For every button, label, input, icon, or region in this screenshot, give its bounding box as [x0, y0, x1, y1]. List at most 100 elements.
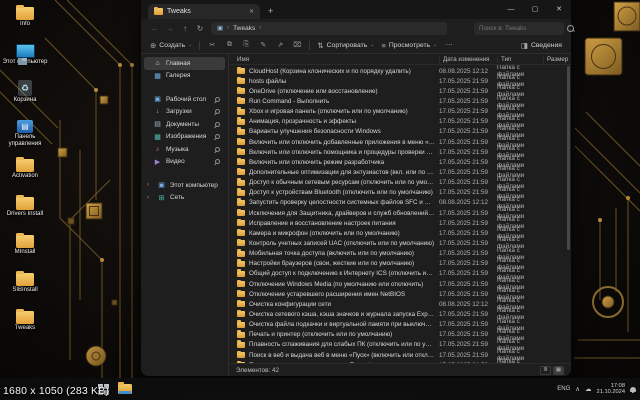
system-tray: ENG ∧ ☁ 17:08 21.10.2024: [557, 378, 636, 400]
sidebar-item[interactable]: ⌂ Главная: [144, 57, 225, 70]
folder-icon: [237, 98, 245, 104]
file-date: 17.05.2025 21:59: [439, 139, 497, 146]
file-name: Варианты улучшения безопасности Windows: [249, 128, 439, 135]
view-button[interactable]: ≡ Просмотреть ⌄: [381, 41, 437, 50]
sidebar-tree-item[interactable]: › ▣ Этот компьютер: [144, 179, 225, 192]
sort-button-label: Сортировать: [327, 42, 368, 49]
desktop-icon-label: Activation: [12, 173, 38, 180]
sidebar-item-label: Главная: [166, 60, 221, 67]
taskbar-clock[interactable]: 17:08 21.10.2024: [597, 383, 625, 396]
desktop-icon[interactable]: SIBInstall: [2, 269, 48, 304]
file-date: 17.05.2025 21:59: [439, 291, 497, 298]
expand-chevron-icon[interactable]: ›: [147, 195, 153, 201]
window-main: ⌂ Главная ▦ Галерея ▣ Рабочий стол: [141, 54, 571, 376]
search-input[interactable]: [479, 25, 567, 32]
sidebar-item-pinned[interactable]: ▶ Видео: [144, 156, 225, 169]
folder-icon: [237, 190, 245, 196]
file-name: Доступ к обычным сетевым ресурсам (отклю…: [249, 179, 439, 186]
toolbar-icon-button[interactable]: ✂: [207, 41, 217, 49]
sidebar-tree: › ▣ Этот компьютер › ⊞ Сеть: [141, 179, 228, 204]
back-icon[interactable]: ←: [148, 24, 162, 33]
file-name: Исключения для Защитника, драйверов и сл…: [249, 210, 439, 217]
more-options-icon[interactable]: ⋯: [444, 41, 454, 49]
sidebar-item-pinned[interactable]: ▤ Документы: [144, 118, 225, 131]
cloud-icon[interactable]: ☁: [585, 385, 592, 393]
column-header-date[interactable]: Дата изменения: [439, 56, 497, 63]
recycle-bin-icon: ♻: [18, 80, 32, 96]
desktop-icon-label: MInstall: [15, 249, 36, 256]
sidebar-item-label: Видео: [166, 158, 211, 165]
toolbar-icon-button[interactable]: ⌧: [292, 41, 302, 49]
file-name: OneDrive (отключение или восстановление): [249, 88, 439, 95]
sidebar-item-pinned[interactable]: ▦ Изображения: [144, 131, 225, 144]
desktop-icon[interactable]: ♻ ♻ Корзина: [2, 79, 48, 114]
maximize-button[interactable]: ▢: [523, 0, 547, 19]
file-date: 17.05.2025 21:59: [439, 270, 497, 277]
tab-tweaks[interactable]: Tweaks ✕: [148, 4, 260, 19]
column-header-type[interactable]: Тип: [497, 56, 543, 63]
desktop-icon[interactable]: Drivers Install: [2, 193, 48, 228]
toolbar-icon-button[interactable]: ✎: [258, 41, 268, 49]
chevron-down-icon: ⌄: [370, 42, 374, 48]
column-header-name[interactable]: Имя: [237, 56, 439, 63]
search-box[interactable]: [474, 22, 564, 35]
sidebar-item[interactable]: ▦ Галерея: [144, 70, 225, 83]
forward-icon[interactable]: →: [163, 24, 177, 33]
chevron-down-icon: ⌄: [188, 42, 192, 48]
sort-button[interactable]: ⇅ Сортировать ⌄: [317, 41, 374, 50]
desktop-icon[interactable]: Tweaks: [2, 307, 48, 342]
tab-close-icon[interactable]: ✕: [249, 8, 254, 15]
toolbar-icon-button[interactable]: ⇗: [275, 41, 285, 49]
explorer-window: Tweaks ✕ + — ▢ ✕ ← → ↑ ↻ ▣ › Tweaks ›: [140, 0, 572, 377]
file-list: Имя Дата изменения Тип Размер CloudHost …: [229, 54, 571, 376]
notification-bell-icon[interactable]: [630, 387, 636, 392]
sidebar-item-label: Документы: [166, 121, 211, 128]
refresh-icon[interactable]: ↻: [193, 24, 207, 33]
file-date: 08.08.2025 12:12: [439, 199, 497, 206]
file-name: CloudHost (Корзина клонических и по поря…: [249, 68, 439, 75]
pin-icon: [214, 146, 221, 153]
folder-icon: [16, 197, 34, 210]
file-date: 17.05.2025 21:59: [439, 311, 497, 318]
close-button[interactable]: ✕: [547, 0, 571, 19]
file-explorer-taskbar-icon[interactable]: [118, 384, 132, 394]
toolbar-icon-button[interactable]: ⎘: [241, 41, 251, 49]
sidebar-item-label: Изображения: [166, 133, 211, 140]
scrollbar[interactable]: [567, 66, 570, 362]
language-indicator[interactable]: ENG: [557, 386, 570, 392]
breadcrumb[interactable]: ▣ › Tweaks ›: [211, 22, 447, 35]
sidebar-item-pinned[interactable]: ♪ Музыка: [144, 143, 225, 156]
tab-title: Tweaks: [167, 8, 245, 15]
list-view-icon[interactable]: ≣: [540, 366, 551, 375]
desktop-icon[interactable]: ▤ ▤ Панель управления: [2, 117, 48, 152]
new-tab-button[interactable]: +: [268, 4, 273, 19]
column-header-size[interactable]: Размер: [543, 56, 571, 63]
toolbar-icon-button[interactable]: ⧉: [224, 41, 234, 49]
plus-circle-icon: ⊕: [150, 41, 156, 50]
folder-icon: [237, 169, 245, 175]
desktop-icon[interactable]: Activation: [2, 155, 48, 190]
sidebar-item-icon: ↓: [153, 108, 162, 115]
folder-icon: [237, 78, 245, 84]
desktop-icon[interactable]: Этот компьютер: [2, 41, 48, 76]
hidden-icons-chevron-icon[interactable]: ∧: [575, 385, 580, 393]
desktop-icon-label: Панель управления: [2, 134, 48, 147]
expand-chevron-icon[interactable]: ›: [147, 182, 153, 188]
new-button[interactable]: ⊕ Создать ⌄: [150, 41, 192, 50]
minimize-button[interactable]: —: [499, 0, 523, 19]
scrollbar-thumb[interactable]: [567, 66, 570, 250]
folder-icon: [16, 235, 34, 248]
folder-icon: [237, 139, 245, 145]
sidebar-item-pinned[interactable]: ▣ Рабочий стол: [144, 93, 225, 106]
sidebar-item-label: Сеть: [170, 194, 221, 201]
details-view-icon[interactable]: ▦: [553, 366, 564, 375]
desktop-icon[interactable]: Info: [2, 3, 48, 38]
breadcrumb-path[interactable]: Tweaks: [233, 25, 255, 32]
view-icon: ≡: [381, 41, 385, 50]
up-icon[interactable]: ↑: [178, 24, 192, 33]
desktop-icon[interactable]: MInstall: [2, 231, 48, 266]
details-pane-button[interactable]: ◨ Сведения: [521, 41, 562, 50]
file-name: Очистка сетевого кэша, кэша значков и жу…: [249, 311, 439, 318]
sidebar-item-pinned[interactable]: ↓ Загрузки: [144, 106, 225, 119]
sidebar-tree-item[interactable]: › ⊞ Сеть: [144, 192, 225, 205]
